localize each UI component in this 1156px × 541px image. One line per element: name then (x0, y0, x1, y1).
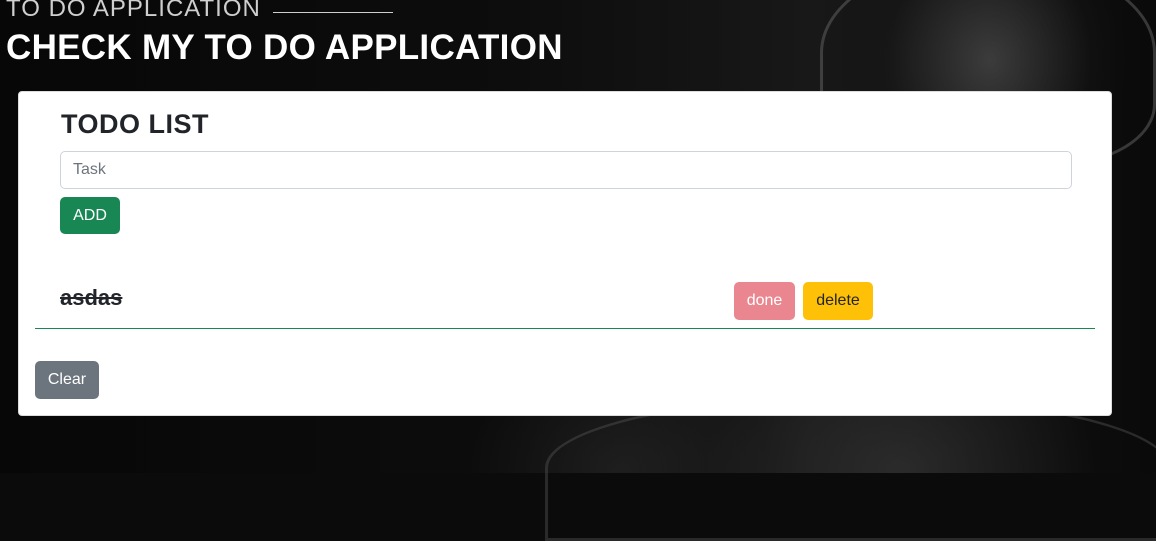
background-figure-shoulders (545, 395, 1156, 541)
page-header: TO DO APPLICATION CHECK MY TO DO APPLICA… (6, 0, 563, 68)
todo-list-item: asdas done delete (35, 267, 1095, 329)
page-subtitle: TO DO APPLICATION (6, 0, 261, 22)
todo-item-text: asdas (60, 285, 123, 310)
todo-card: TODO LIST ADD asdas done delete Clear (18, 91, 1112, 416)
page-title: CHECK MY TO DO APPLICATION (6, 28, 563, 67)
done-button[interactable]: done (734, 282, 795, 320)
subtitle-divider-line (272, 11, 393, 13)
task-input[interactable] (60, 151, 1072, 189)
delete-button[interactable]: delete (803, 282, 873, 320)
add-button[interactable]: ADD (60, 197, 120, 234)
todo-list-heading: TODO LIST (61, 109, 210, 139)
clear-button[interactable]: Clear (35, 361, 99, 399)
subtitle-row: TO DO APPLICATION (6, 0, 563, 24)
